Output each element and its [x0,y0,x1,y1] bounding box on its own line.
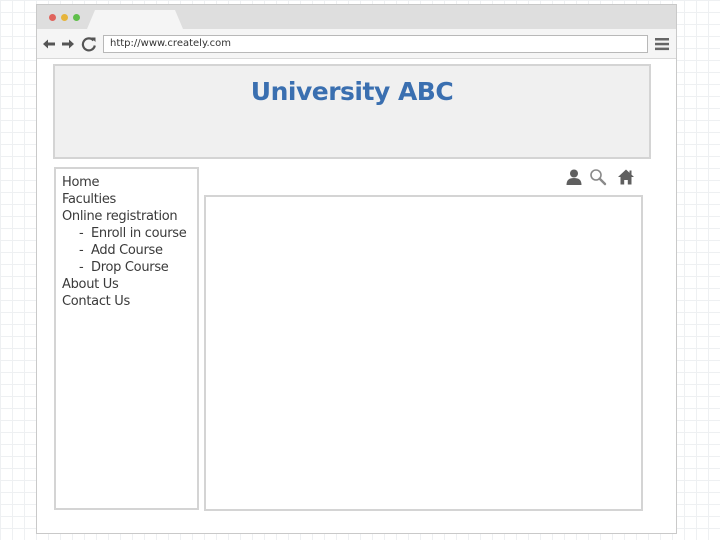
close-window-icon[interactable] [49,14,56,21]
sidebar-item-contact-us[interactable]: Contact Us [62,293,197,310]
arrow-right-icon[interactable] [60,36,76,52]
minimize-window-icon[interactable] [61,14,68,21]
content-panel [204,195,643,511]
sidebar-item-drop-course[interactable]: - Drop Course [62,259,197,276]
sidebar-nav: Home Faculties Online registration - Enro… [54,167,199,510]
list-dash: - [79,226,84,241]
sidebar-item-label: Drop Course [91,260,169,275]
sidebar-item-faculties[interactable]: Faculties [62,191,197,208]
maximize-window-icon[interactable] [73,14,80,21]
reload-icon[interactable] [81,36,97,52]
sidebar-item-home[interactable]: Home [62,174,197,191]
address-bar[interactable]: http://www.creately.com [103,35,648,53]
arrow-left-icon[interactable] [41,36,57,52]
sidebar-item-label: Add Course [91,243,163,258]
sidebar-item-label: Online registration [62,209,178,224]
title-bar [37,5,676,29]
sidebar-item-label: Enroll in course [91,226,187,241]
user-icon[interactable] [565,168,583,186]
sidebar-item-label: Faculties [62,192,117,207]
browser-tab[interactable] [87,10,183,29]
sidebar-item-label: Home [62,175,100,190]
sidebar-item-about-us[interactable]: About Us [62,276,197,293]
utility-icons [565,168,645,188]
header-banner: University ABC [53,64,651,159]
sidebar-item-label: About Us [62,277,119,292]
sidebar-item-label: Contact Us [62,294,130,309]
search-icon[interactable] [589,168,607,186]
sidebar-item-enroll-in-course[interactable]: - Enroll in course [62,225,197,242]
browser-toolbar: http://www.creately.com [37,29,676,59]
sidebar-item-add-course[interactable]: - Add Course [62,242,197,259]
list-dash: - [79,243,84,258]
list-dash: - [79,260,84,275]
browser-window: http://www.creately.com University ABC H… [36,4,677,534]
hamburger-menu-icon[interactable] [654,36,670,52]
sidebar-item-online-registration[interactable]: Online registration [62,208,197,225]
site-title: University ABC [250,77,454,106]
home-icon[interactable] [617,168,635,186]
